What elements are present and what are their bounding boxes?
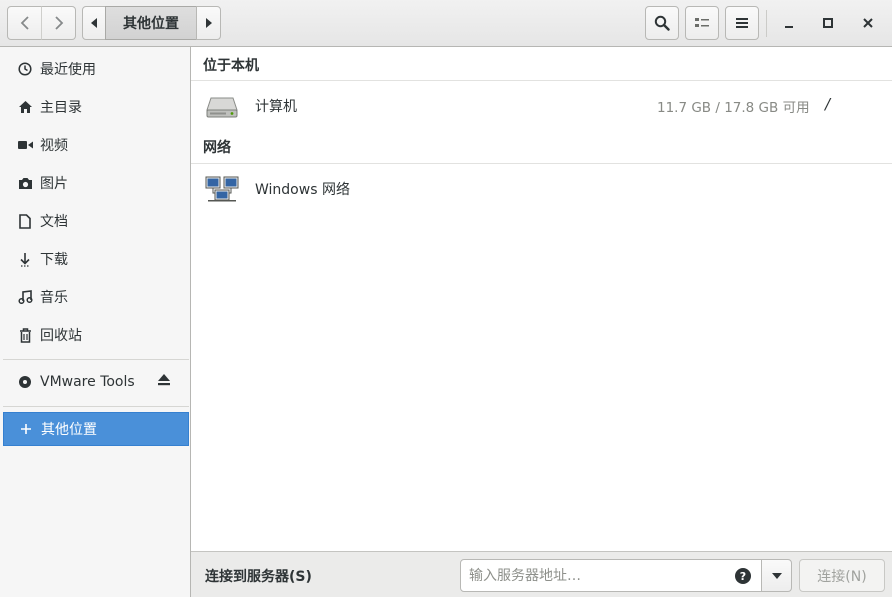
sidebar-separator — [3, 406, 189, 407]
triangle-down-icon — [771, 572, 782, 579]
disc-icon — [15, 375, 35, 389]
places-view: 位于本机 计算机 11.7 GB / 17.8 GB 可用 / 网络 Windo… — [191, 47, 892, 551]
connect-button[interactable]: 连接(N) — [799, 559, 885, 592]
place-row-windows-network[interactable]: Windows 网络 — [191, 165, 892, 211]
section-header-networks: 网络 — [203, 140, 231, 156]
server-address-input[interactable] — [460, 559, 762, 592]
maximize-button[interactable] — [813, 8, 843, 38]
view-toggle-button[interactable] — [685, 6, 719, 40]
close-icon — [863, 18, 873, 28]
path-scroll-right-button[interactable] — [196, 6, 221, 40]
sidebar-item-label: 视频 — [40, 138, 68, 154]
triangle-right-icon — [205, 18, 212, 28]
chevron-left-icon — [20, 16, 29, 30]
list-view-icon — [695, 18, 709, 27]
document-icon — [15, 213, 35, 229]
network-icon — [205, 173, 239, 207]
sidebar-item-vmware-tools[interactable]: VMware Tools — [3, 365, 189, 399]
sidebar-item-label: 最近使用 — [40, 62, 96, 78]
close-button[interactable] — [853, 8, 883, 38]
sidebar-item-other-locations[interactable]: 其他位置 — [3, 412, 189, 446]
maximize-icon — [823, 18, 833, 28]
video-icon — [15, 140, 35, 150]
place-name: 计算机 — [255, 99, 297, 115]
sidebar-item-label: 下载 — [40, 252, 68, 268]
plus-icon — [16, 423, 36, 435]
sidebar-item-music[interactable]: 音乐 — [3, 280, 189, 314]
server-history-dropdown[interactable] — [761, 559, 792, 592]
menu-button[interactable] — [725, 6, 759, 40]
sidebar-item-downloads[interactable]: 下载 — [3, 242, 189, 276]
place-row-computer[interactable]: 计算机 11.7 GB / 17.8 GB 可用 / — [191, 82, 892, 128]
camera-icon — [15, 177, 35, 190]
sidebar-item-pictures[interactable]: 图片 — [3, 166, 189, 200]
sidebar-item-label: 回收站 — [40, 328, 82, 344]
connect-to-server-label: 连接到服务器(S) — [205, 569, 312, 585]
music-icon — [15, 290, 35, 304]
minimize-button[interactable] — [774, 8, 804, 38]
harddisk-icon — [205, 90, 239, 124]
sidebar-item-trash[interactable]: 回收站 — [3, 318, 189, 352]
recent-icon — [15, 62, 35, 76]
sidebar-item-label: 文档 — [40, 214, 68, 230]
place-name: Windows 网络 — [255, 182, 350, 198]
place-free-space: 11.7 GB / 17.8 GB 可用 — [657, 100, 810, 116]
section-divider — [191, 163, 892, 164]
sidebar-item-label: 主目录 — [40, 100, 82, 116]
back-button[interactable] — [7, 6, 42, 40]
chevron-right-icon — [54, 16, 63, 30]
connect-to-server-bar: 连接到服务器(S) ? 连接(N) — [191, 551, 892, 597]
search-icon — [654, 15, 670, 31]
sidebar-item-label: VMware Tools — [40, 374, 135, 390]
sidebar-item-videos[interactable]: 视频 — [3, 128, 189, 162]
header-bar: 其他位置 — [0, 0, 892, 47]
home-icon — [15, 100, 35, 114]
sidebar-item-label: 其他位置 — [41, 422, 97, 438]
minimize-icon — [785, 26, 793, 28]
header-separator — [766, 10, 767, 37]
sidebar-item-label: 音乐 — [40, 290, 68, 306]
hamburger-icon — [736, 18, 748, 28]
eject-icon[interactable] — [157, 374, 171, 390]
help-icon[interactable]: ? — [735, 568, 751, 584]
sidebar-item-label: 图片 — [40, 176, 68, 192]
sidebar-separator — [3, 359, 189, 360]
path-segment-other-locations[interactable]: 其他位置 — [105, 6, 197, 40]
forward-button[interactable] — [41, 6, 76, 40]
sidebar-item-documents[interactable]: 文档 — [3, 204, 189, 238]
place-mount-path: / — [825, 95, 831, 113]
trash-icon — [15, 327, 35, 343]
section-header-this-computer: 位于本机 — [203, 58, 259, 74]
sidebar: 最近使用 主目录 视频 图片 文档 下载 音乐 回收站 VMware Tools… — [0, 47, 191, 597]
triangle-left-icon — [91, 18, 97, 28]
path-scroll-left-button[interactable] — [82, 6, 106, 40]
path-segment-label: 其他位置 — [123, 16, 179, 32]
sidebar-item-home[interactable]: 主目录 — [3, 90, 189, 124]
search-button[interactable] — [645, 6, 679, 40]
section-divider — [191, 80, 892, 81]
sidebar-item-recent[interactable]: 最近使用 — [3, 52, 189, 86]
download-icon — [15, 252, 35, 267]
